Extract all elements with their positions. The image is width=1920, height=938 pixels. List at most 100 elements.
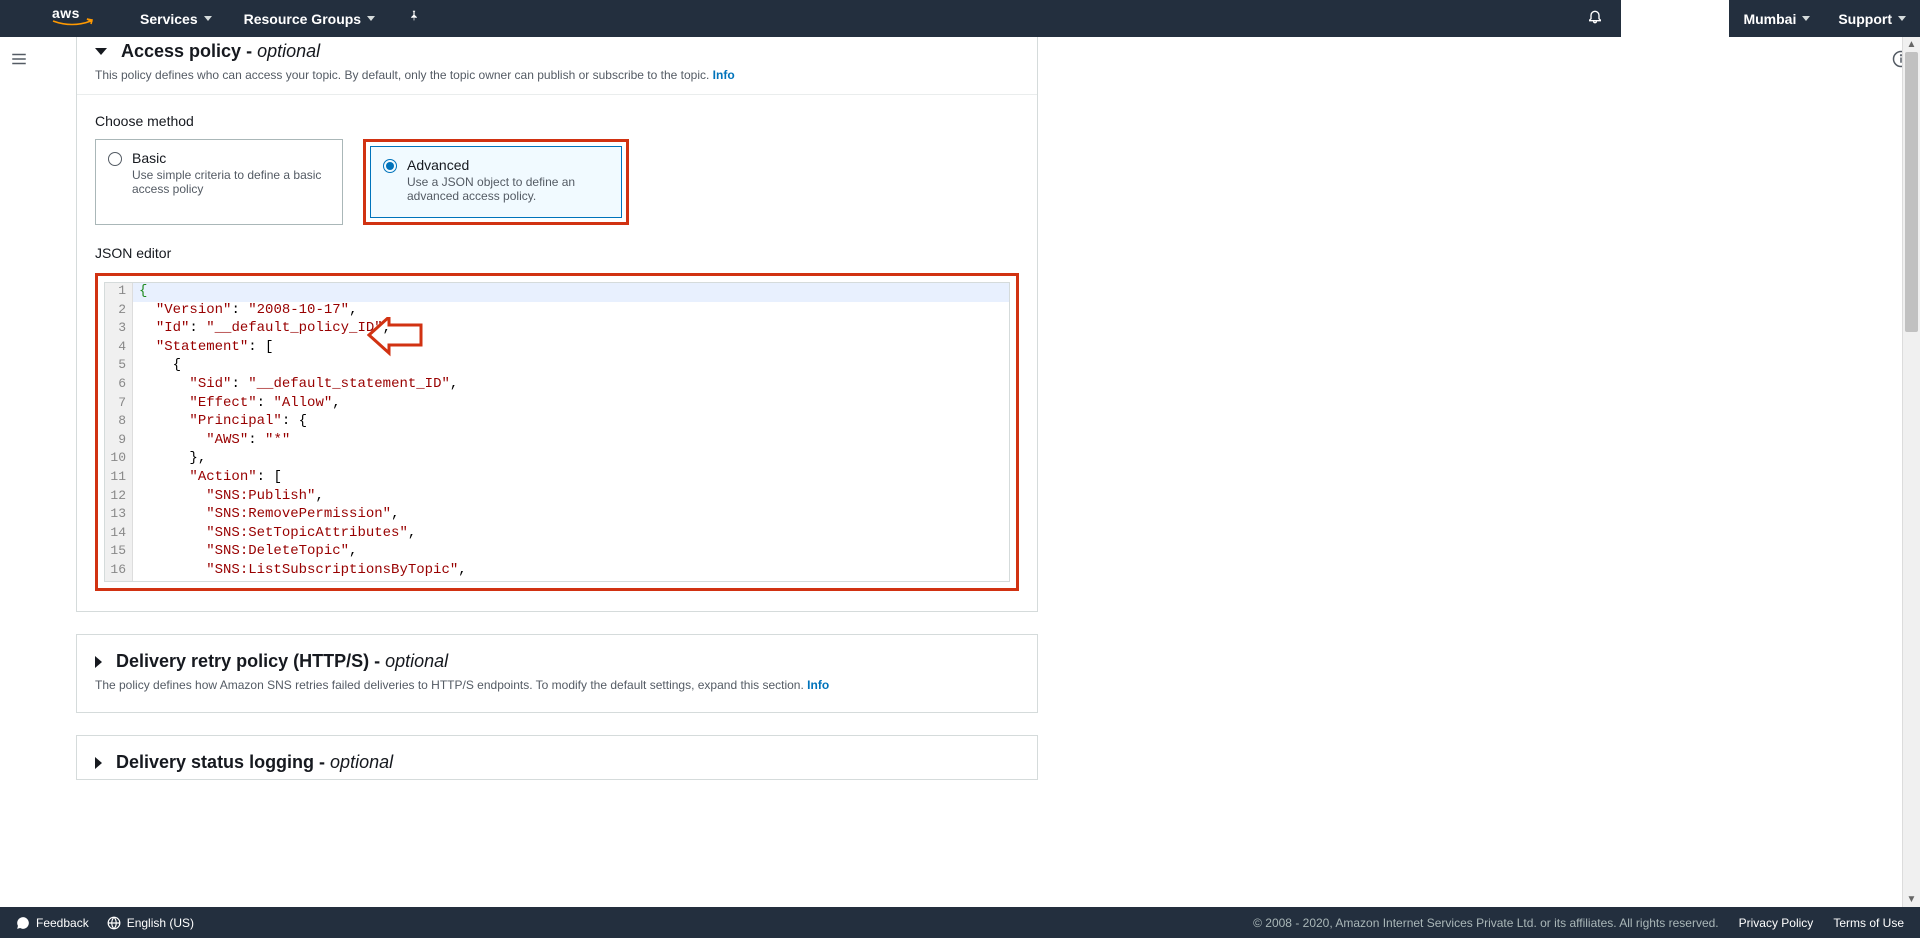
delivery-retry-section: Delivery retry policy (HTTP/S) - optiona… — [76, 634, 1038, 713]
arrow-annotation — [367, 317, 423, 364]
line-number: 16 — [105, 562, 133, 581]
line-number: 2 — [105, 302, 133, 321]
feedback-link[interactable]: Feedback — [16, 916, 89, 930]
advanced-title: Advanced — [407, 157, 609, 173]
line-text: "AWS": "*" — [133, 432, 290, 451]
account-box[interactable] — [1621, 0, 1729, 37]
line-number: 3 — [105, 320, 133, 339]
access-policy-header[interactable]: Access policy - optional — [95, 41, 1019, 62]
line-text: "Effect": "Allow", — [133, 395, 341, 414]
divider — [77, 94, 1037, 95]
code-line[interactable]: 8 "Principal": { — [105, 413, 1009, 432]
scroll-track[interactable] — [1903, 52, 1920, 892]
line-number: 15 — [105, 543, 133, 562]
code-line[interactable]: 7 "Effect": "Allow", — [105, 395, 1009, 414]
nav-services[interactable]: Services — [128, 11, 224, 27]
scroll-down-icon[interactable]: ▼ — [1907, 892, 1917, 907]
line-text: "Version": "2008-10-17", — [133, 302, 357, 321]
line-text: "Sid": "__default_statement_ID", — [133, 376, 458, 395]
access-policy-title: Access policy - optional — [121, 41, 320, 62]
code-line[interactable]: 1{ — [105, 283, 1009, 302]
region-selector[interactable]: Mumbai — [1729, 11, 1824, 27]
code-line[interactable]: 3 "Id": "__default_policy_ID", — [105, 320, 1009, 339]
line-number: 4 — [105, 339, 133, 358]
line-number: 9 — [105, 432, 133, 451]
advanced-desc: Use a JSON object to define an advanced … — [407, 175, 609, 203]
line-text: "Principal": { — [133, 413, 307, 432]
desc-text: The policy defines how Amazon SNS retrie… — [95, 678, 807, 692]
code-line[interactable]: 4 "Statement": [ — [105, 339, 1009, 358]
title-text: Access policy — [121, 41, 241, 61]
line-number: 8 — [105, 413, 133, 432]
json-editor[interactable]: 1{2 "Version": "2008-10-17",3 "Id": "__d… — [104, 282, 1010, 582]
delivery-retry-title: Delivery retry policy (HTTP/S) - optiona… — [116, 651, 448, 672]
line-text: "Statement": [ — [133, 339, 273, 358]
basic-desc: Use simple criteria to define a basic ac… — [132, 168, 330, 196]
line-text: "SNS:SetTopicAttributes", — [133, 525, 416, 544]
json-editor-label: JSON editor — [95, 245, 1019, 261]
region-label: Mumbai — [1743, 11, 1796, 27]
choose-method-label: Choose method — [95, 113, 1019, 129]
page-scrollbar[interactable]: ▲ ▼ — [1902, 37, 1920, 907]
delivery-status-section: Delivery status logging - optional — [76, 735, 1038, 780]
caret-down-icon — [1898, 16, 1906, 21]
caret-down-icon — [204, 16, 212, 21]
code-line[interactable]: 11 "Action": [ — [105, 469, 1009, 488]
code-line[interactable]: 13 "SNS:RemovePermission", — [105, 506, 1009, 525]
title-text: Delivery retry policy (HTTP/S) — [116, 651, 369, 671]
code-line[interactable]: 12 "SNS:Publish", — [105, 488, 1009, 507]
notifications-bell[interactable] — [1569, 8, 1621, 29]
nav-resource-groups[interactable]: Resource Groups — [232, 11, 387, 27]
terms-link[interactable]: Terms of Use — [1833, 916, 1904, 930]
line-text: "Action": [ — [133, 469, 282, 488]
access-policy-desc: This policy defines who can access your … — [95, 68, 1019, 82]
aws-logo[interactable]: aws — [52, 6, 102, 31]
support-menu[interactable]: Support — [1824, 11, 1920, 27]
svg-text:aws: aws — [52, 6, 80, 21]
line-number: 14 — [105, 525, 133, 544]
line-text: "SNS:DeleteTopic", — [133, 543, 357, 562]
line-text: "SNS:Publish", — [133, 488, 324, 507]
desc-text: This policy defines who can access your … — [95, 68, 713, 82]
radio-icon — [108, 152, 122, 166]
privacy-link[interactable]: Privacy Policy — [1739, 916, 1814, 930]
code-line[interactable]: 10 }, — [105, 450, 1009, 469]
delivery-status-title: Delivery status logging - optional — [116, 752, 393, 773]
code-line[interactable]: 14 "SNS:SetTopicAttributes", — [105, 525, 1009, 544]
title-text: Delivery status logging — [116, 752, 314, 772]
info-link[interactable]: Info — [807, 678, 829, 692]
feedback-label: Feedback — [36, 916, 89, 930]
title-sep: - — [314, 752, 330, 772]
line-number: 13 — [105, 506, 133, 525]
title-optional: optional — [385, 651, 448, 671]
code-line[interactable]: 16 "SNS:ListSubscriptionsByTopic", — [105, 562, 1009, 581]
scroll-up-icon[interactable]: ▲ — [1907, 37, 1917, 52]
scroll-thumb[interactable] — [1905, 52, 1918, 332]
method-advanced-radio[interactable]: Advanced Use a JSON object to define an … — [370, 146, 622, 218]
method-basic-radio[interactable]: Basic Use simple criteria to define a ba… — [95, 139, 343, 225]
code-area[interactable]: 1{2 "Version": "2008-10-17",3 "Id": "__d… — [105, 283, 1009, 581]
language-label: English (US) — [127, 916, 194, 930]
line-number: 10 — [105, 450, 133, 469]
line-number: 12 — [105, 488, 133, 507]
code-line[interactable]: 2 "Version": "2008-10-17", — [105, 302, 1009, 321]
line-number: 11 — [105, 469, 133, 488]
code-line[interactable]: 9 "AWS": "*" — [105, 432, 1009, 451]
code-line[interactable]: 5 { — [105, 357, 1009, 376]
delivery-status-header[interactable]: Delivery status logging - optional — [95, 752, 1019, 773]
language-selector[interactable]: English (US) — [107, 916, 194, 930]
copyright: © 2008 - 2020, Amazon Internet Services … — [1253, 916, 1719, 930]
delivery-retry-header[interactable]: Delivery retry policy (HTTP/S) - optiona… — [95, 651, 1019, 672]
code-line[interactable]: 6 "Sid": "__default_statement_ID", — [105, 376, 1009, 395]
line-text: "Id": "__default_policy_ID", — [133, 320, 391, 339]
nav-pin[interactable] — [395, 9, 433, 28]
collapse-triangle-icon — [95, 656, 102, 668]
code-line[interactable]: 15 "SNS:DeleteTopic", — [105, 543, 1009, 562]
side-drawer-toggle[interactable] — [10, 50, 28, 71]
line-text: "SNS:RemovePermission", — [133, 506, 399, 525]
pin-icon — [407, 9, 421, 28]
title-optional: optional — [257, 41, 320, 61]
title-optional: optional — [330, 752, 393, 772]
nav-services-label: Services — [140, 11, 198, 27]
info-link[interactable]: Info — [713, 68, 735, 82]
